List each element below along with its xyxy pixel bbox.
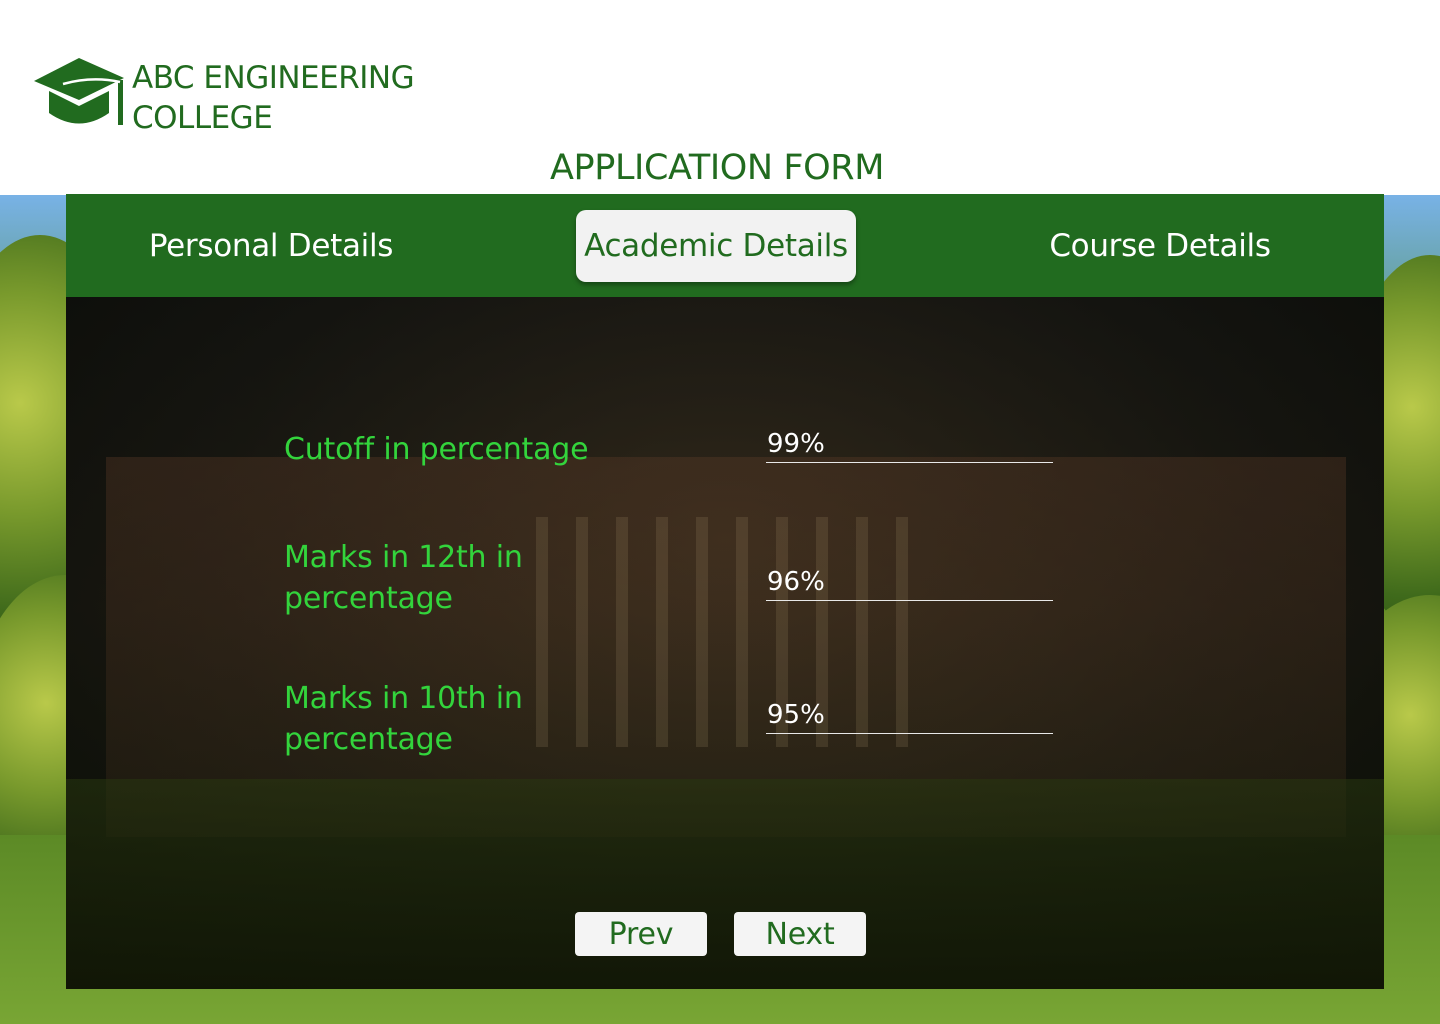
form-body: Cutoff in percentage 99% Marks in 12th i… [66, 297, 1384, 989]
next-button[interactable]: Next [734, 912, 866, 956]
tab-course-details[interactable]: Course Details [1026, 210, 1294, 282]
college-name: ABC ENGINEERING COLLEGE [132, 58, 415, 138]
tab-academic-details[interactable]: Academic Details [576, 210, 856, 282]
tab-bar: Personal Details Academic Details Course… [66, 194, 1384, 297]
prev-button[interactable]: Prev [575, 912, 707, 956]
cutoff-input[interactable]: 99% [766, 429, 1053, 463]
marks-12th-label: Marks in 12th in percentage [284, 540, 523, 616]
graduation-cap-icon [34, 58, 124, 125]
marks-10th-label: Marks in 10th in percentage [284, 681, 523, 757]
marks-10th-input[interactable]: 95% [766, 700, 1053, 734]
tab-personal-details[interactable]: Personal Details [126, 210, 416, 282]
cutoff-label: Cutoff in percentage [284, 432, 589, 467]
marks-12th-input[interactable]: 96% [766, 567, 1053, 601]
page-title: APPLICATION FORM [550, 148, 884, 188]
lawn-backdrop [66, 779, 1384, 989]
college-name-line2: COLLEGE [132, 100, 273, 136]
college-name-line1: ABC ENGINEERING [132, 60, 415, 96]
application-form-panel: Personal Details Academic Details Course… [66, 194, 1384, 989]
